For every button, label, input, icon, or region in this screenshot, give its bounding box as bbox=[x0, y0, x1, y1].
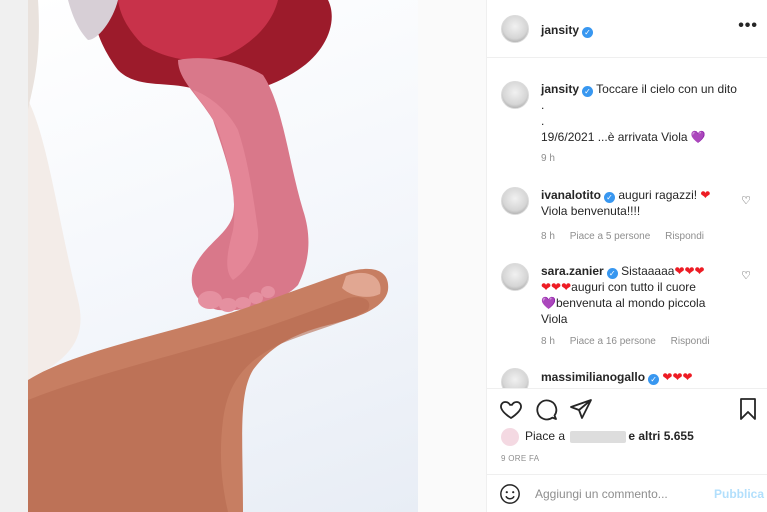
comment-likes[interactable]: Piace a 5 persone bbox=[570, 231, 651, 242]
verified-badge-icon: ✓ bbox=[648, 374, 660, 385]
send-icon[interactable] bbox=[569, 397, 593, 421]
right-backdrop bbox=[418, 0, 486, 512]
caption-username[interactable]: jansity bbox=[541, 82, 579, 96]
smiley-icon[interactable] bbox=[499, 483, 521, 505]
caption-line-4: 19/6/2021 ...è arrivata Viola 💜 bbox=[541, 129, 751, 145]
caption-block: jansity ✓ Toccare il cielo con un dito . … bbox=[541, 81, 751, 145]
post-actions bbox=[487, 388, 767, 428]
comment-input[interactable]: Aggiungi un commento... bbox=[535, 487, 705, 501]
purple-heart-icon: 💜 bbox=[690, 130, 706, 144]
comment-text-4: Viola bbox=[541, 312, 568, 326]
red-heart-icon: ❤ bbox=[700, 188, 711, 202]
comment-2: sara.zanier ✓ Sistaaaaa❤❤❤ ❤❤❤auguri con … bbox=[541, 263, 741, 327]
reply-button[interactable]: Rispondi bbox=[665, 231, 704, 242]
reply-button[interactable]: Rispondi bbox=[671, 336, 710, 347]
comment-like-icon[interactable]: ♡ bbox=[741, 269, 751, 282]
caption-text-1: Toccare il cielo con un dito bbox=[596, 82, 737, 96]
red-heart-icon: ❤❤❤ bbox=[674, 264, 705, 278]
comment-text-2: Viola benvenuta!!!! bbox=[541, 204, 641, 218]
comment-2-line-1: sara.zanier ✓ Sistaaaaa❤❤❤ bbox=[541, 263, 741, 279]
likes-prefix: Piace a bbox=[525, 429, 566, 444]
baby-foot-on-finger-image bbox=[28, 0, 389, 512]
publish-button[interactable]: Pubblica bbox=[714, 487, 764, 501]
comment-meta: 8 h Piace a 5 persone Rispondi bbox=[541, 231, 716, 242]
heart-icon[interactable] bbox=[499, 397, 523, 421]
post-photo[interactable] bbox=[28, 0, 418, 512]
comment-1-line-1: ivanalotito ✓ auguri ragazzi! ❤ bbox=[541, 187, 741, 203]
red-heart-icon: ❤❤❤ bbox=[662, 370, 693, 384]
red-heart-icon: ❤❤❤ bbox=[541, 280, 572, 294]
comment-time[interactable]: 8 h bbox=[541, 231, 555, 242]
comment-time[interactable]: 8 h bbox=[541, 336, 555, 347]
verified-badge-icon: ✓ bbox=[606, 268, 618, 279]
comment-username[interactable]: sara.zanier bbox=[541, 264, 604, 278]
verified-badge-icon: ✓ bbox=[582, 86, 594, 97]
caption-time[interactable]: 9 h bbox=[541, 153, 555, 164]
post-date: 9 ORE FA bbox=[501, 454, 540, 463]
comment-2-line-3: 💜benvenuta al mondo piccola bbox=[541, 295, 741, 311]
instagram-post-view: jansity ✓ ••• jansity ✓ Toccare il cielo c… bbox=[0, 0, 767, 512]
comment-like-icon[interactable]: ♡ bbox=[741, 194, 751, 207]
comment-icon[interactable] bbox=[534, 397, 558, 421]
comment-avatar[interactable] bbox=[501, 263, 529, 291]
comment-composer: Aggiungi un commento... Pubblica bbox=[487, 474, 767, 512]
comment-3-clip: massimilianogallo ✓ ❤❤❤ bbox=[487, 364, 767, 388]
comment-username[interactable]: massimilianogallo bbox=[541, 370, 645, 384]
comment-2-line-2: ❤❤❤auguri con tutto il cuore bbox=[541, 279, 741, 295]
likes-summary[interactable]: Piace a e altri 5.655 bbox=[501, 428, 694, 446]
verified-badge-icon: ✓ bbox=[604, 192, 616, 203]
more-options-icon[interactable]: ••• bbox=[738, 18, 758, 34]
comment-text-2: auguri con tutto il cuore bbox=[571, 280, 696, 294]
comment-text: Sistaaaaa bbox=[621, 264, 675, 278]
comment-text-3: benvenuta al mondo piccola bbox=[555, 296, 706, 310]
caption-avatar[interactable] bbox=[501, 81, 529, 109]
liker-avatar bbox=[501, 428, 519, 446]
post-side-panel: jansity ✓ ••• jansity ✓ Toccare il cielo c… bbox=[486, 0, 767, 512]
comment-avatar[interactable] bbox=[501, 187, 529, 215]
post-header: jansity ✓ ••• bbox=[487, 0, 767, 58]
comment-avatar[interactable] bbox=[501, 368, 529, 388]
comment-3: massimilianogallo ✓ ❤❤❤ bbox=[541, 369, 741, 385]
comment-text: auguri ragazzi! bbox=[618, 188, 698, 202]
verified-badge-icon: ✓ bbox=[582, 27, 594, 38]
author-username[interactable]: jansity bbox=[541, 23, 579, 37]
caption-text-2: . bbox=[541, 98, 545, 112]
likes-count[interactable]: e altri 5.655 bbox=[628, 429, 693, 443]
blurred-username bbox=[570, 431, 627, 443]
bookmark-icon[interactable] bbox=[736, 397, 760, 421]
caption-line-1: jansity ✓ Toccare il cielo con un dito bbox=[541, 81, 751, 97]
comment-meta: 8 h Piace a 16 persone Rispondi bbox=[541, 336, 722, 347]
author-name-row: jansity ✓ bbox=[541, 21, 594, 39]
comment-1: ivanalotito ✓ auguri ragazzi! ❤ Viola ben… bbox=[541, 187, 741, 219]
caption-text-4: 19/6/2021 ...è arrivata Viola bbox=[541, 130, 688, 144]
left-backdrop bbox=[0, 0, 28, 512]
comment-likes[interactable]: Piace a 16 persone bbox=[570, 336, 656, 347]
purple-heart-icon: 💜 bbox=[541, 296, 556, 310]
caption-text-3: . bbox=[541, 114, 545, 128]
author-avatar[interactable] bbox=[501, 15, 529, 43]
comment-username[interactable]: ivanalotito bbox=[541, 188, 601, 202]
